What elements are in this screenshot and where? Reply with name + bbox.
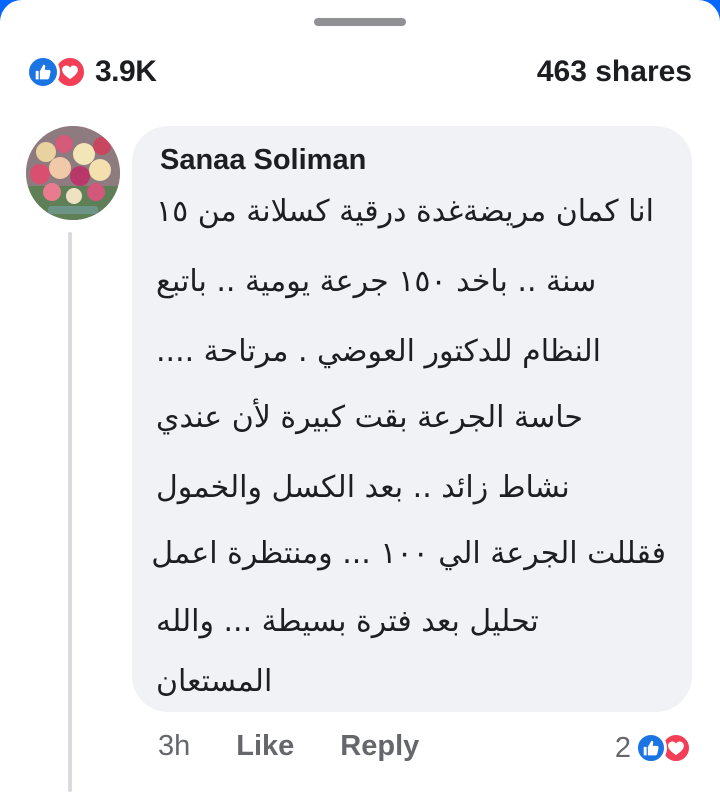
comment-line: المستعان <box>156 664 273 699</box>
comment-line: سنة .. باخد ١٥٠ جرعة يومية .. باتبع <box>156 264 597 299</box>
comment-line: تحليل بعد فترة بسيطة ... والله <box>156 604 539 639</box>
reaction-icons <box>26 55 87 89</box>
comment-line: فقللت الجرعة الي ١٠٠ ... ومنتظرة اعمل <box>151 536 666 571</box>
comment-actions: 3h Like Reply <box>158 724 465 768</box>
comment-reaction-count: 2 <box>614 731 631 764</box>
comment-line: حاسة الجرعة بقت كبيرة لأن عندي <box>156 400 583 435</box>
comment-author[interactable]: Sanaa Soliman <box>160 144 366 177</box>
reactions-summary[interactable]: 3.9K <box>26 55 157 89</box>
comment-line: انا كمان مريضةغدة درقية كسلانة من ١٥ <box>156 194 654 229</box>
post-reactions-bar: 3.9K 463 shares <box>26 52 692 92</box>
sheet-drag-handle[interactable] <box>314 18 406 26</box>
like-button[interactable]: Like <box>236 730 294 763</box>
comment-line: نشاط زائد .. بعد الكسل والخمول <box>156 470 570 505</box>
reply-button[interactable]: Reply <box>340 730 419 763</box>
like-icon <box>635 732 667 764</box>
comment-bubble[interactable]: Sanaa Soliman انا كمان مريضةغدة درقية كس… <box>132 126 692 712</box>
comments-sheet: 3.9K 463 shares Sanaa Soliman انا كمان م… <box>0 0 720 792</box>
comment-timestamp[interactable]: 3h <box>158 730 190 763</box>
thread-line <box>68 232 72 792</box>
like-icon <box>26 55 60 89</box>
comment-line: النظام للدكتور العوضي . مرتاحة .... <box>156 334 602 369</box>
reaction-count: 3.9K <box>95 55 157 88</box>
avatar[interactable] <box>26 126 120 220</box>
comment-reactions[interactable]: 2 <box>615 728 692 768</box>
shares-count[interactable]: 463 shares <box>537 55 692 89</box>
